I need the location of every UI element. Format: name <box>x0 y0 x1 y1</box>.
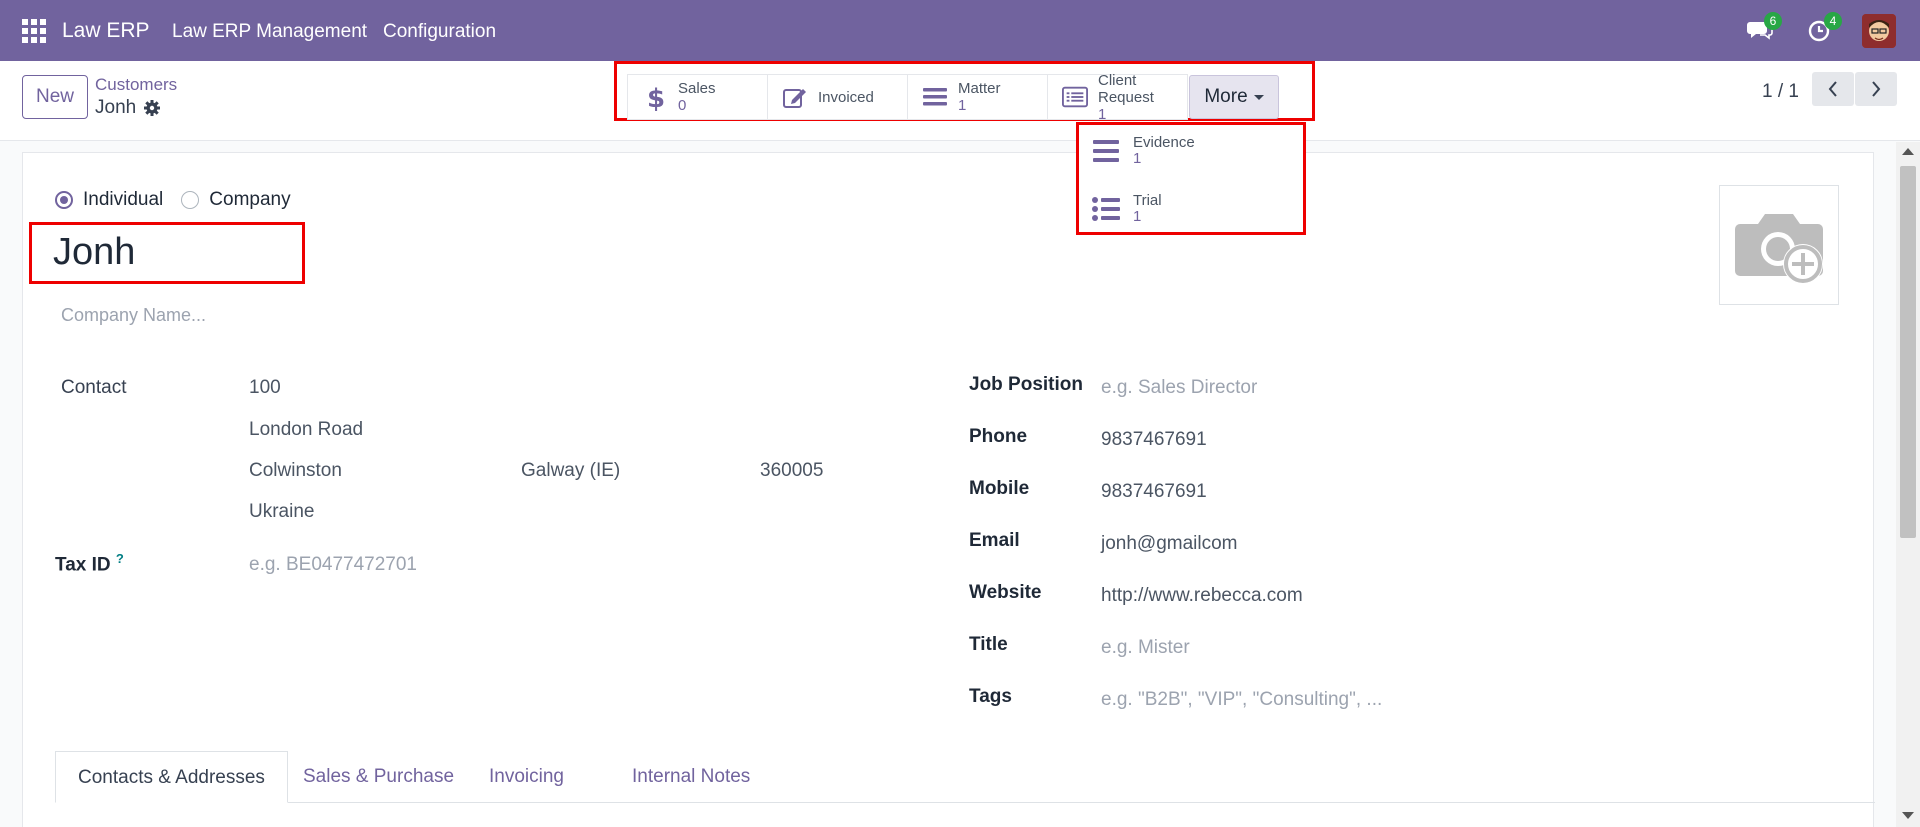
smart-button-count: 1 <box>1098 105 1107 123</box>
scroll-up-arrow-icon[interactable] <box>1902 148 1914 155</box>
activities-button[interactable]: 4 <box>1806 12 1842 46</box>
dropdown-item-label: Trial <box>1133 192 1162 209</box>
phone-label: Phone <box>969 426 1028 447</box>
pager-next-button[interactable] <box>1855 72 1897 106</box>
tax-id-field[interactable]: e.g. BE0477472701 <box>249 554 417 576</box>
tab-internal-notes[interactable]: Internal Notes <box>610 751 772 803</box>
user-avatar[interactable] <box>1862 14 1896 48</box>
company-type-radio-group: Individual Company <box>55 189 309 211</box>
caret-down-icon <box>1253 94 1264 100</box>
top-navbar: Law ERP Law ERP Management Configuration… <box>0 0 1920 61</box>
chevron-right-icon <box>1872 81 1881 97</box>
email-field[interactable]: jonh@gmailcom <box>1101 533 1238 555</box>
smart-button-label: Client Request <box>1098 71 1154 106</box>
job-position-field[interactable]: e.g. Sales Director <box>1101 377 1257 399</box>
camera-plus-icon <box>1735 214 1823 284</box>
more-dropdown-menu: Evidence 1 Trial 1 <box>1076 122 1306 235</box>
radio-company-label[interactable]: Company <box>209 189 290 211</box>
title-field[interactable]: e.g. Mister <box>1101 637 1190 659</box>
gear-icon[interactable] <box>143 99 161 117</box>
notebook-tabs: Contacts & Addresses Sales & Purchase In… <box>55 751 1875 803</box>
smart-button-label: Invoiced <box>818 88 874 106</box>
list-ul-icon <box>1091 194 1121 224</box>
tab-contacts-addresses[interactable]: Contacts & Addresses <box>55 751 288 803</box>
tags-label: Tags <box>969 686 1012 707</box>
dropdown-item-evidence[interactable]: Evidence 1 <box>1091 135 1195 167</box>
website-field[interactable]: http://www.rebecca.com <box>1101 585 1303 607</box>
name-field[interactable]: Jonh <box>53 231 135 274</box>
activities-badge: 4 <box>1824 12 1842 30</box>
radio-individual[interactable] <box>55 191 73 209</box>
bars-icon <box>922 84 948 110</box>
dropdown-item-label: Evidence <box>1133 134 1195 151</box>
form-sheet: Individual Company Jonh Company Name... … <box>22 152 1875 827</box>
dropdown-item-count: 1 <box>1133 208 1142 225</box>
radio-individual-label[interactable]: Individual <box>83 189 163 211</box>
breadcrumb-customers[interactable]: Customers <box>95 75 177 95</box>
smart-button-label: Matter <box>958 80 1001 97</box>
street2-field[interactable]: London Road <box>249 419 363 441</box>
scroll-down-arrow-icon[interactable] <box>1902 812 1914 819</box>
smart-button-sales[interactable]: $ Sales 0 <box>627 74 768 120</box>
phone-field[interactable]: 9837467691 <box>1101 429 1207 451</box>
menu-law-erp-management[interactable]: Law ERP Management <box>172 21 367 43</box>
new-button[interactable]: New <box>22 75 88 119</box>
avatar-upload[interactable] <box>1719 185 1839 305</box>
tab-invoicing[interactable]: Invoicing <box>467 751 586 803</box>
contact-label: Contact <box>61 377 127 398</box>
mobile-label: Mobile <box>969 478 1030 499</box>
state-field[interactable]: Galway (IE) <box>521 460 620 482</box>
email-label: Email <box>969 530 1020 551</box>
help-tooltip-icon[interactable]: ? <box>116 551 124 566</box>
dropdown-item-count: 1 <box>1133 150 1142 167</box>
scrollbar-thumb[interactable] <box>1900 166 1916 538</box>
smart-button-count: 1 <box>958 97 967 114</box>
smart-buttons-highlight: $ Sales 0 Invoiced Matter 1 Client Reque… <box>614 61 1315 123</box>
city-field[interactable]: Colwinston <box>249 460 342 482</box>
chevron-left-icon <box>1828 81 1837 97</box>
radio-company[interactable] <box>181 191 200 209</box>
menu-configuration[interactable]: Configuration <box>383 21 496 43</box>
smart-button-client-request[interactable]: Client Request 1 <box>1047 71 1188 123</box>
job-position-label: Job Position <box>969 374 1083 395</box>
company-name-field[interactable]: Company Name... <box>61 305 206 326</box>
dropdown-item-trial[interactable]: Trial 1 <box>1091 193 1162 225</box>
street-field[interactable]: 100 <box>249 377 281 399</box>
pager-value[interactable]: 1 / 1 <box>1762 81 1799 103</box>
apps-grid-icon[interactable] <box>22 19 46 43</box>
smart-button-matter[interactable]: Matter 1 <box>907 74 1048 120</box>
mobile-field[interactable]: 9837467691 <box>1101 481 1207 503</box>
bars-icon <box>1091 136 1121 166</box>
website-label: Website <box>969 582 1042 603</box>
svg-text:$: $ <box>647 84 665 111</box>
smart-button-invoiced[interactable]: Invoiced <box>767 74 908 120</box>
user-avatar-icon <box>1862 14 1896 48</box>
dollar-icon: $ <box>642 84 668 111</box>
tags-field[interactable]: e.g. "B2B", "VIP", "Consulting", ... <box>1101 689 1382 711</box>
vertical-scrollbar[interactable] <box>1896 142 1920 827</box>
tab-sales-purchase[interactable]: Sales & Purchase <box>281 751 476 803</box>
country-field[interactable]: Ukraine <box>249 501 314 523</box>
title-label: Title <box>969 634 1008 655</box>
smart-button-count: 0 <box>678 97 687 114</box>
more-dropdown-button[interactable]: More <box>1189 75 1279 119</box>
list-alt-icon <box>1062 84 1088 110</box>
smart-button-label: Sales <box>678 80 716 97</box>
more-label: More <box>1204 86 1248 107</box>
app-brand[interactable]: Law ERP <box>62 19 150 43</box>
zip-field[interactable]: 360005 <box>760 460 823 482</box>
pencil-square-icon <box>782 84 808 110</box>
breadcrumb-current: Jonh <box>95 97 137 118</box>
smart-buttons: $ Sales 0 Invoiced Matter 1 Client Reque… <box>627 71 1279 123</box>
messages-button[interactable]: 6 <box>1746 12 1782 46</box>
messages-badge: 6 <box>1764 12 1782 30</box>
tax-id-label: Tax ID ? <box>55 551 124 576</box>
control-panel: New Customers Jonh $ Sales 0 Invoiced Ma… <box>0 61 1920 141</box>
pager-previous-button[interactable] <box>1812 72 1854 106</box>
